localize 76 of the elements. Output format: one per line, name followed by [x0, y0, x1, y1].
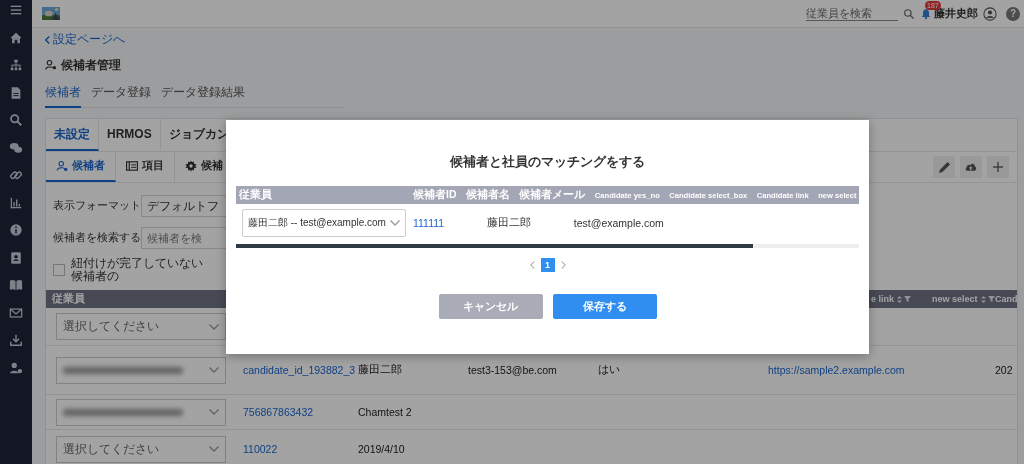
book-icon[interactable] — [9, 278, 23, 292]
filter-icon — [987, 294, 995, 303]
employee-select[interactable]: 選択してください — [56, 313, 226, 340]
home-icon[interactable] — [9, 30, 23, 45]
view-tab[interactable]: 候補者 — [46, 152, 116, 182]
link-icon[interactable] — [9, 168, 23, 182]
info-icon[interactable] — [9, 223, 23, 237]
employee-select[interactable]: 選択してください — [56, 435, 226, 463]
filter-icon — [904, 294, 911, 303]
document-icon[interactable] — [9, 85, 23, 100]
column-header: Cand — [995, 294, 1017, 304]
table-cell-text: 202 — [994, 364, 1014, 376]
candidate-id-link[interactable]: 110022 — [236, 443, 351, 455]
column-header: 従業員 — [238, 188, 273, 202]
cancel-button[interactable]: キャンセル — [438, 294, 543, 319]
field-label: 表示フォーマット — [53, 199, 141, 213]
yes-no-value: はい — [597, 363, 621, 377]
avatar-icon[interactable] — [983, 6, 997, 21]
page-title: 候補者管理 — [61, 57, 121, 73]
candidate-id-link[interactable]: 756867863432 — [236, 406, 351, 418]
candidate-id-link[interactable]: 111111 — [410, 217, 480, 229]
mail-icon[interactable] — [9, 305, 23, 320]
chevron-down-icon — [209, 409, 219, 415]
column-header: e link — [871, 294, 894, 304]
help-button[interactable]: ? — [1006, 6, 1020, 21]
bell-icon[interactable] — [920, 7, 932, 20]
list-icon — [126, 161, 138, 171]
chat-icon[interactable] — [9, 140, 23, 155]
menu-icon[interactable] — [9, 3, 23, 17]
org-chart-icon[interactable] — [9, 58, 23, 72]
column-header: 候補者ID — [412, 188, 458, 202]
employee-select[interactable]: 藤田二郎 -- test@example.com — [242, 209, 406, 237]
sort-icon — [980, 294, 986, 304]
upload-button[interactable] — [960, 156, 982, 178]
back-link[interactable]: 設定ページへ — [45, 31, 125, 48]
source-tab[interactable]: 未設定 — [46, 119, 99, 151]
tab[interactable]: 候補者 — [45, 80, 81, 108]
column-header: 従業員 — [52, 292, 85, 306]
candidate-email: test@example.com — [572, 217, 665, 229]
column-header: 候補者メール — [518, 188, 587, 202]
column-header: new select — [932, 294, 978, 304]
cloud-upload-icon — [965, 163, 977, 171]
user-gear-icon[interactable] — [9, 360, 23, 375]
column-header: 候補者名 — [464, 188, 511, 202]
download-icon[interactable] — [9, 333, 23, 347]
page-button[interactable]: 1 — [540, 258, 555, 272]
contact-card-icon[interactable] — [9, 250, 23, 265]
candidate-email: test3-153@be.com — [467, 364, 558, 376]
tab[interactable]: データ登録結果 — [161, 80, 245, 108]
sort-icon — [897, 294, 902, 304]
gear-icon — [185, 160, 197, 172]
edit-button[interactable] — [933, 156, 955, 178]
add-button[interactable] — [987, 156, 1009, 178]
chevron-down-icon — [390, 220, 400, 226]
checkbox-label: 紐付けが完了していない候補者の — [71, 257, 204, 283]
field-label: 候補者を検索する — [53, 231, 141, 245]
candidate-name: 藤田二郎 — [486, 216, 532, 230]
employee-search-field[interactable]: 従業員を検索 — [806, 6, 898, 21]
candidate-link[interactable]: https://sample2.example.com — [761, 364, 926, 376]
tab[interactable]: データ登録 — [91, 80, 151, 108]
chart-icon[interactable] — [9, 195, 23, 210]
dialog-title: 候補者と社員のマッチングをする — [450, 154, 645, 171]
chevron-left-icon — [45, 35, 50, 44]
search-icon[interactable] — [9, 113, 23, 127]
chevron-down-icon — [209, 446, 219, 452]
pencil-icon — [938, 161, 950, 173]
chevron-down-icon — [209, 323, 219, 330]
user-gear-icon — [45, 59, 57, 71]
chevron-down-icon — [209, 367, 219, 373]
candidate-name: 2019/4/10 — [357, 443, 406, 455]
save-button[interactable]: 保存する — [552, 294, 657, 319]
search-icon[interactable] — [903, 7, 915, 20]
person-icon — [56, 160, 68, 172]
candidate-name: Chamtest 2 — [357, 406, 413, 418]
checkbox[interactable] — [53, 264, 65, 276]
plus-icon — [993, 162, 1003, 172]
